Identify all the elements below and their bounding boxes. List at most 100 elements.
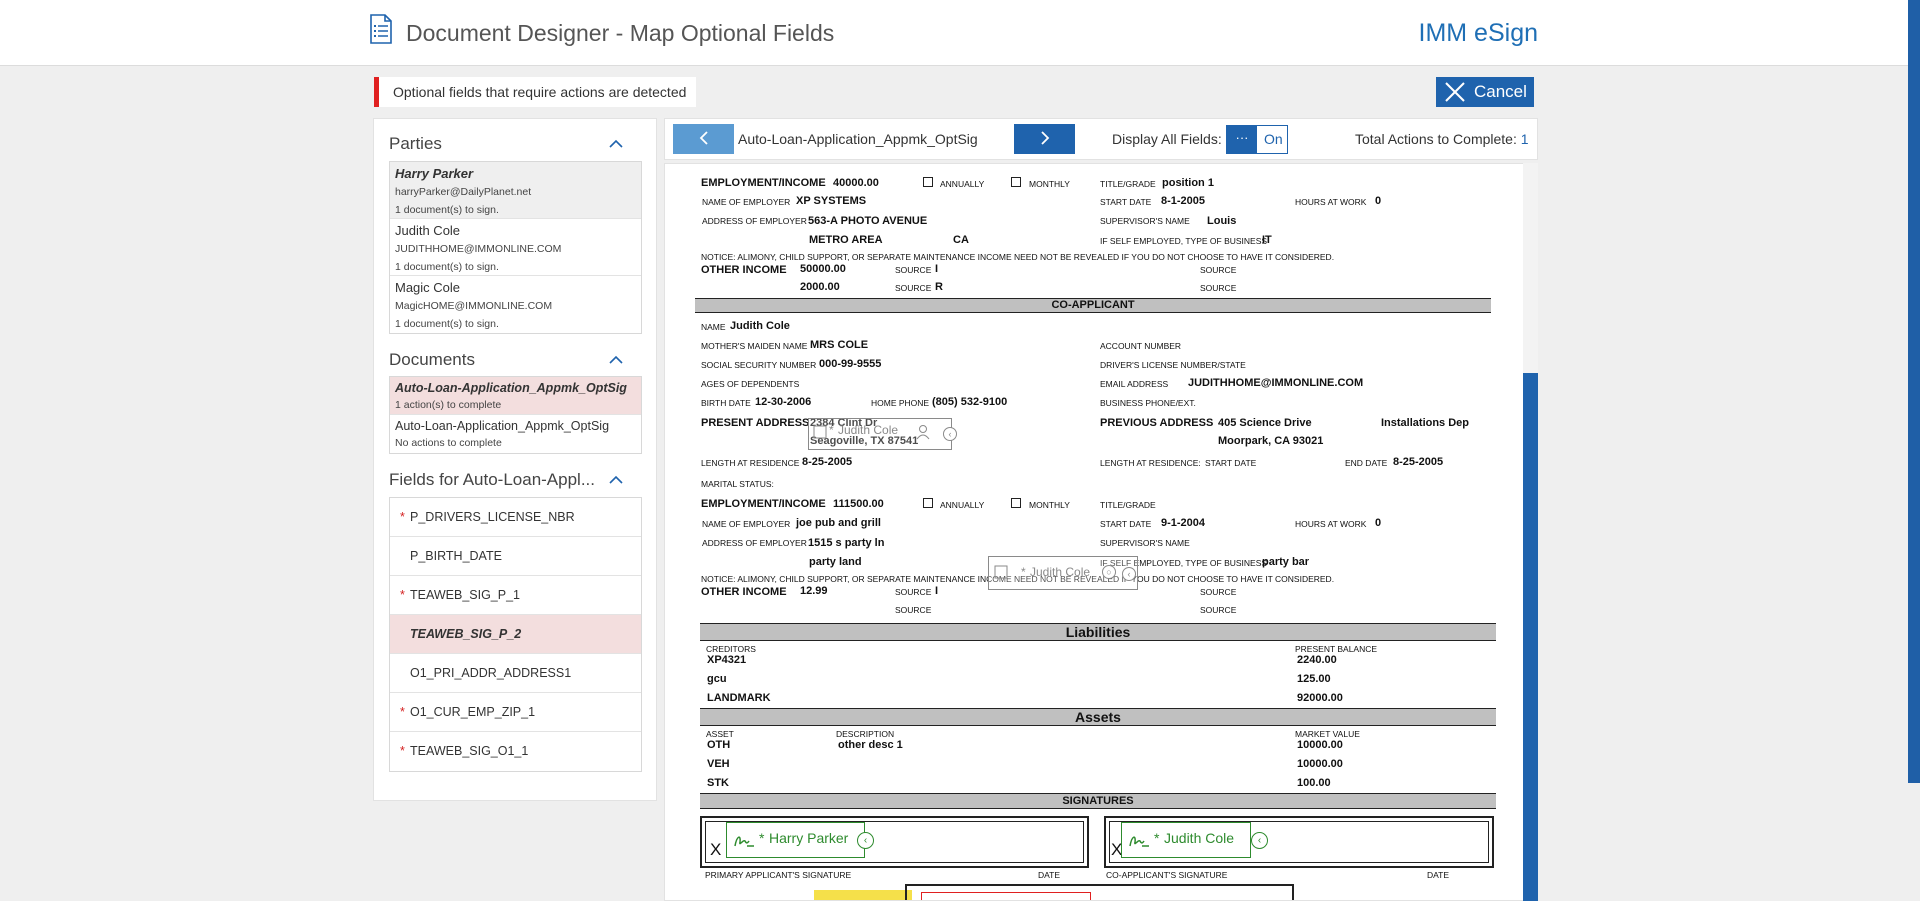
- document-item[interactable]: Auto-Loan-Application_Appmk_OptSig No ac…: [390, 415, 641, 453]
- asset-description: other desc 1: [838, 739, 903, 751]
- annually-checkbox[interactable]: [923, 498, 933, 508]
- doc-text: SOURCE: [895, 605, 932, 615]
- viewer-scroll-thumb[interactable]: [1523, 373, 1538, 901]
- chevron-left-icon[interactable]: ‹: [943, 427, 957, 441]
- signature-signer-name: Harry Parker: [769, 830, 849, 846]
- optional-field-judith-cole[interactable]: * Judith Cole ○ ‹: [988, 556, 1138, 590]
- doc-text: MOTHER'S MAIDEN NAME: [701, 341, 808, 351]
- doc-text: NAME OF EMPLOYER: [702, 519, 791, 529]
- field-name: TEAWEB_SIG_O1_1: [410, 744, 529, 758]
- chevron-left-icon[interactable]: ‹: [857, 832, 874, 849]
- asset-name: STK: [707, 777, 729, 789]
- chevron-up-icon[interactable]: [609, 139, 623, 149]
- cancel-button[interactable]: Cancel: [1436, 77, 1534, 107]
- fields-list: * P_DRIVERS_LICENSE_NBR P_BIRTH_DATE * TEA…: [389, 497, 642, 772]
- user-icon: [916, 425, 930, 440]
- doc-value: 50000.00: [800, 263, 846, 275]
- party-item-magic-cole[interactable]: Magic Cole MagicHOME@IMMONLINE.COM 1 doc…: [390, 276, 641, 333]
- total-actions-label: Total Actions to Complete: 1: [1355, 131, 1529, 147]
- signature-field-judith-cole[interactable]: * Judith Cole ‹: [1121, 822, 1268, 858]
- doc-value: (805) 532-9100: [932, 396, 1008, 408]
- doc-text: SOURCE: [1200, 265, 1237, 275]
- doc-text: SOURCE: [895, 283, 932, 293]
- monthly-checkbox[interactable]: [1011, 177, 1021, 187]
- party-email: harryParker@DailyPlanet.net: [395, 186, 532, 198]
- doc-text: CREDITORS: [706, 644, 756, 654]
- party-doc-count: 1 document(s) to sign.: [395, 204, 499, 216]
- chevron-up-icon[interactable]: [609, 475, 623, 485]
- field-item[interactable]: * TEAWEB_SIG_O1_1: [390, 732, 641, 771]
- doc-value: joe pub and grill: [796, 517, 881, 529]
- previous-document-button[interactable]: [673, 124, 734, 154]
- ghost-field-label: Judith Cole: [1030, 565, 1091, 579]
- ghost-field-label: Judith Cole: [838, 423, 899, 437]
- documents-list: Auto-Loan-Application_Appmk_OptSig 1 act…: [389, 376, 642, 454]
- top-header: Document Designer - Map Optional Fields …: [0, 0, 1920, 66]
- doc-text: END DATE: [1345, 458, 1388, 468]
- doc-text: PRIMARY APPLICANT'S SIGNATURE: [705, 870, 852, 880]
- field-item[interactable]: O1_PRI_ADDR_ADDRESS1: [390, 654, 641, 693]
- field-name: P_BIRTH_DATE: [410, 549, 502, 563]
- signature-asterisk: *: [1154, 830, 1160, 846]
- annually-checkbox[interactable]: [923, 177, 933, 187]
- doc-value: Louis: [1207, 215, 1237, 227]
- liability-balance: 125.00: [1297, 673, 1331, 685]
- doc-value: 1515 s party ln: [808, 537, 885, 549]
- doc-value: 000-99-9555: [819, 358, 882, 370]
- document-viewer[interactable]: EMPLOYMENT/INCOME 40000.00 ANNUALLY MONT…: [664, 163, 1538, 901]
- signature-signer-name: Judith Cole: [1164, 830, 1235, 846]
- doc-text: DRIVER'S LICENSE NUMBER/STATE: [1100, 360, 1246, 370]
- party-item-harry-parker[interactable]: Harry Parker harryParker@DailyPlanet.net…: [390, 162, 641, 219]
- signatures-header: SIGNATURES: [700, 793, 1496, 809]
- doc-text: SOURCE: [895, 265, 932, 275]
- doc-value: R: [935, 281, 943, 293]
- doc-text: SOURCE: [895, 587, 932, 597]
- field-item[interactable]: * O1_CUR_EMP_ZIP_1: [390, 693, 641, 732]
- field-item[interactable]: P_BIRTH_DATE: [390, 537, 641, 576]
- signature-field-harry-parker[interactable]: * Harry Parker ‹: [726, 822, 874, 858]
- parties-list: Harry Parker harryParker@DailyPlanet.net…: [389, 161, 642, 334]
- doc-value: position 1: [1162, 177, 1214, 189]
- doc-text: SOURCE: [1200, 587, 1237, 597]
- next-document-button[interactable]: [1014, 124, 1075, 154]
- chevron-up-icon[interactable]: [609, 355, 623, 365]
- doc-text: MONTHLY: [1029, 179, 1070, 189]
- party-item-judith-cole[interactable]: Judith Cole JUDITHHOME@IMMONLINE.COM 1 d…: [390, 219, 641, 276]
- field-name: O1_PRI_ADDR_ADDRESS1: [410, 666, 572, 680]
- field-item[interactable]: * TEAWEB_SIG_P_1: [390, 576, 641, 615]
- doc-text: SOURCE: [1200, 283, 1237, 293]
- doc-text: CO-APPLICANT'S SIGNATURE: [1106, 870, 1228, 880]
- doc-text: PRESENT ADDRESS: [701, 417, 810, 429]
- monthly-checkbox[interactable]: [1011, 498, 1021, 508]
- doc-text: EMPLOYMENT/INCOME: [701, 177, 826, 189]
- brand-logo: IMM eSign: [1418, 19, 1538, 47]
- display-all-fields-toggle[interactable]: ··· On: [1226, 125, 1288, 154]
- page-scrollbar[interactable]: [1908, 0, 1920, 783]
- signature-icon: [1129, 836, 1149, 847]
- ghost-asterisk: *: [1021, 565, 1026, 579]
- doc-text: HOME PHONE: [871, 398, 930, 408]
- party-name: Judith Cole: [395, 223, 461, 238]
- field-item[interactable]: * P_DRIVERS_LICENSE_NBR: [390, 498, 641, 537]
- doc-value: 405 Science Drive: [1218, 417, 1312, 429]
- toggle-knob: ···: [1227, 126, 1257, 153]
- document-item[interactable]: Auto-Loan-Application_Appmk_OptSig 1 act…: [390, 377, 641, 415]
- doc-value: 0: [1375, 195, 1382, 207]
- chevron-left-icon[interactable]: ‹: [1122, 567, 1136, 581]
- doc-value: I: [935, 263, 939, 275]
- field-item[interactable]: TEAWEB_SIG_P_2: [390, 615, 641, 654]
- doc-text: EMAIL ADDRESS: [1100, 379, 1169, 389]
- doc-value: party land: [809, 556, 862, 568]
- document-toolbar: Auto-Loan-Application_Appmk_OptSig Displ…: [664, 118, 1538, 160]
- doc-text: ACCOUNT NUMBER: [1100, 341, 1182, 351]
- party-email: JUDITHHOME@IMMONLINE.COM: [395, 243, 562, 255]
- doc-text: LENGTH AT RESIDENCE:: [1100, 458, 1201, 468]
- co-applicant-header: CO-APPLICANT: [695, 298, 1491, 313]
- chevron-left-icon[interactable]: ‹: [1251, 832, 1268, 849]
- doc-value: 2000.00: [800, 281, 840, 293]
- page-title: Document Designer - Map Optional Fields: [406, 20, 835, 46]
- required-field-partial[interactable]: [921, 892, 1091, 900]
- chevron-right-icon: [1040, 130, 1049, 145]
- optional-field-judith-cole[interactable]: * Judith Cole ‹: [808, 418, 957, 450]
- doc-text: EMPLOYMENT/INCOME: [701, 498, 826, 510]
